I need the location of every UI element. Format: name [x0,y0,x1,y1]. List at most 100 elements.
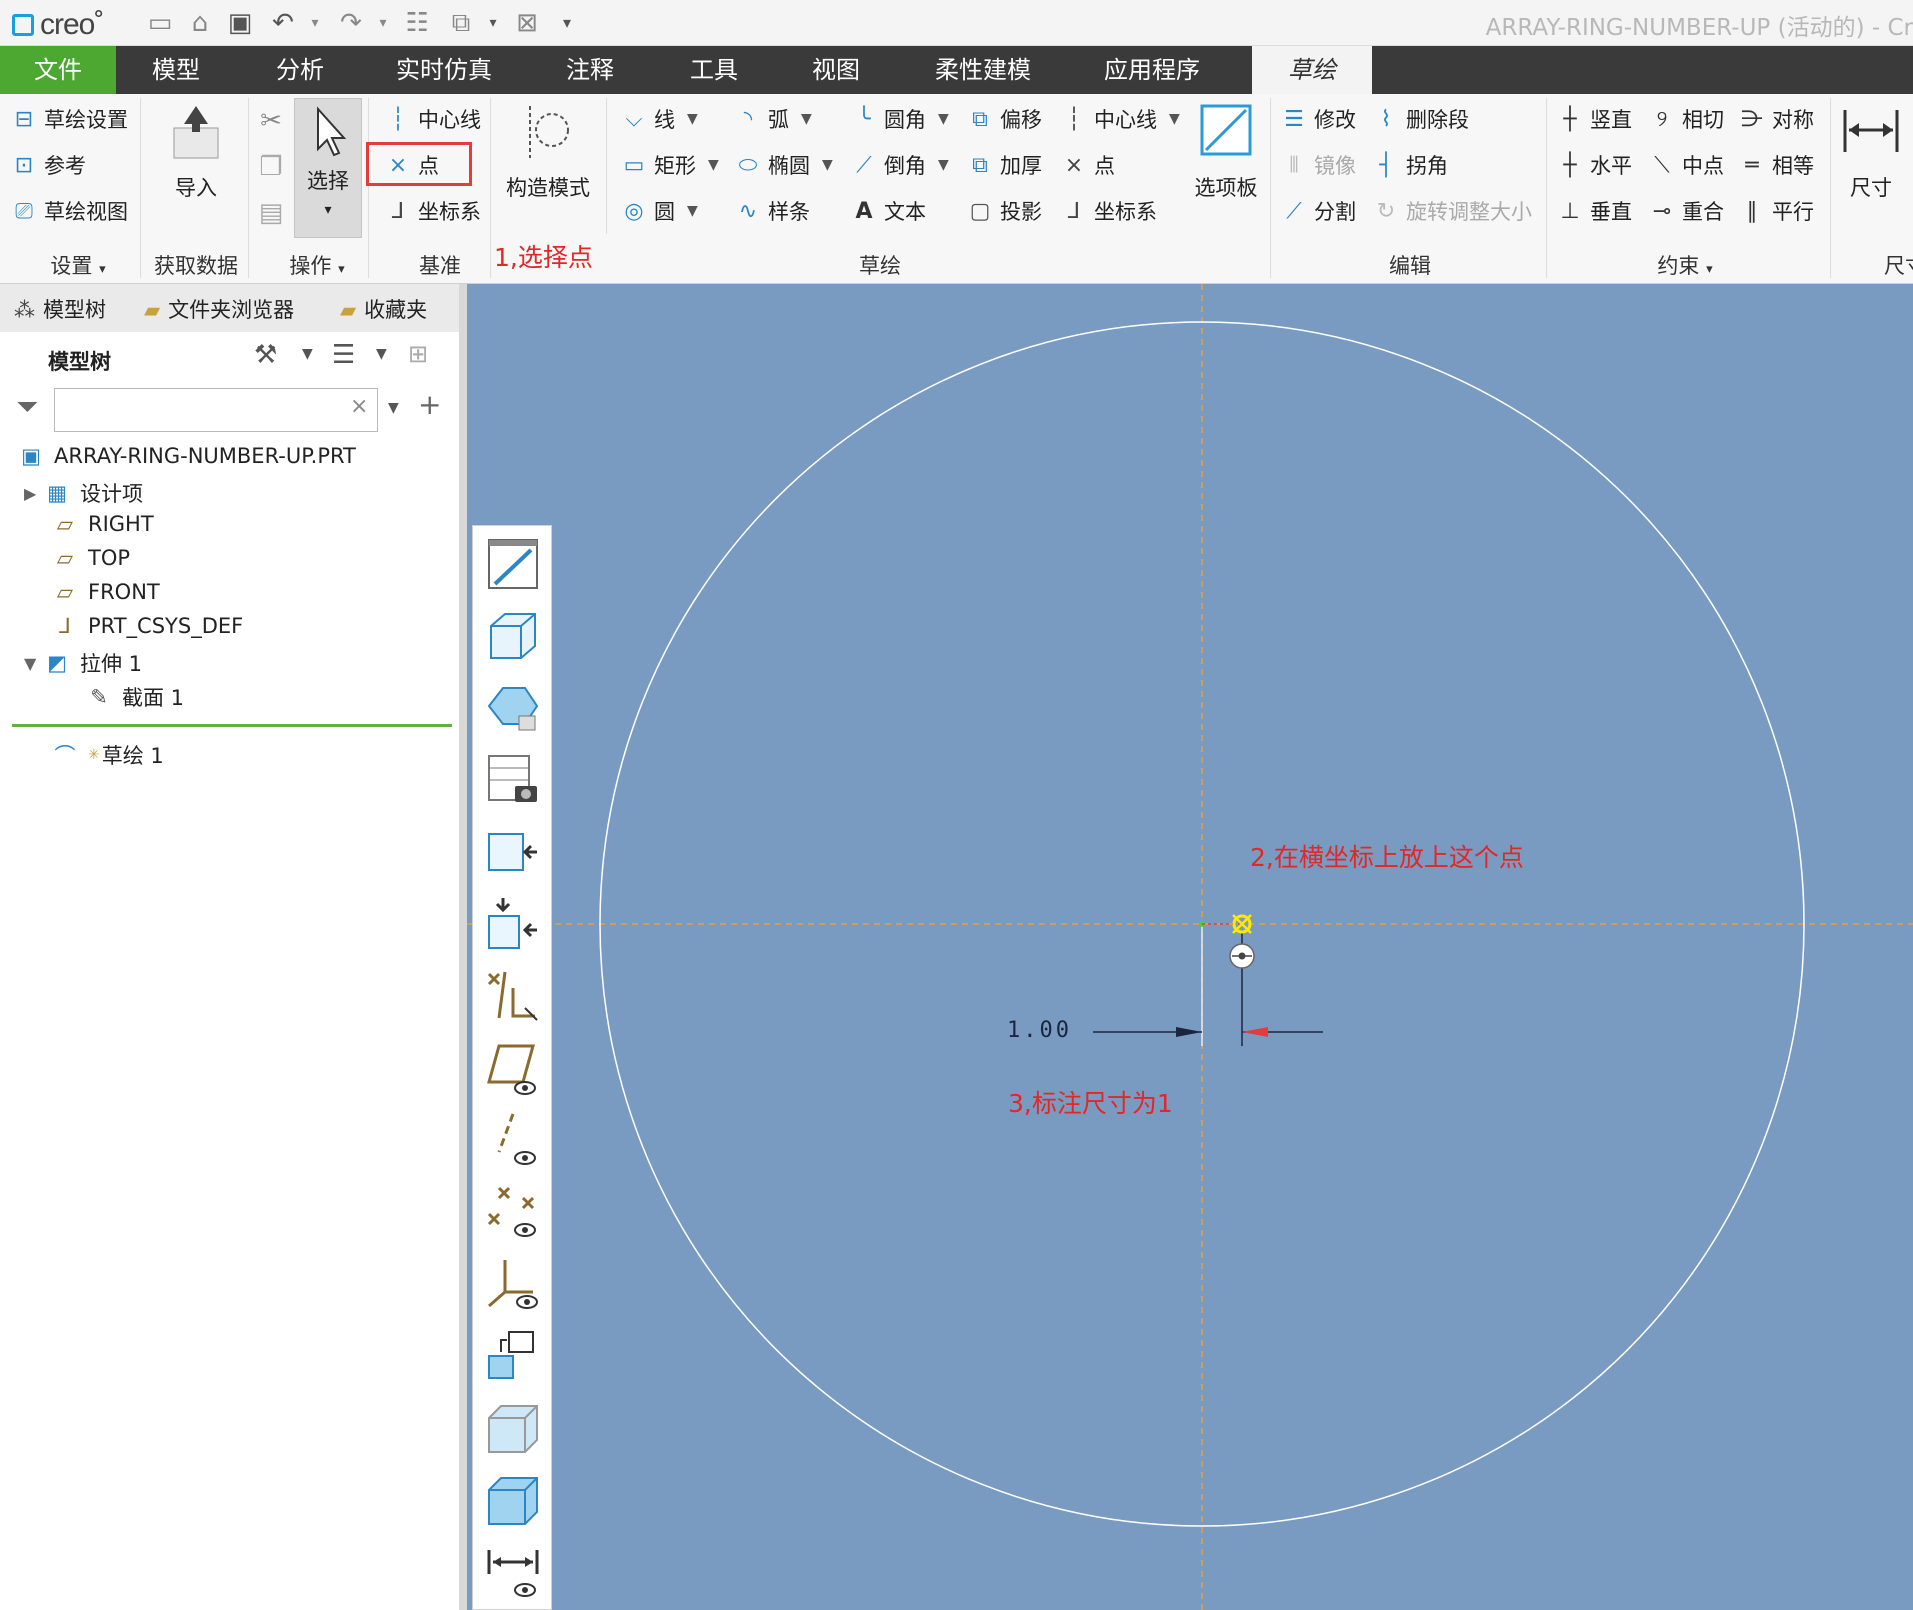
save-icon[interactable]: ▣ [225,8,255,38]
tree-search-input[interactable] [54,388,378,432]
mirror-button[interactable]: ⫴ 镜像 [1280,150,1356,180]
palette-button[interactable]: 选项板 [1186,102,1266,202]
datum-centerline-button[interactable]: ┆ 中心线 [384,104,481,134]
open-file-icon[interactable]: ⌂ [185,8,215,38]
point-display-icon[interactable] [485,1184,541,1240]
refit-icon[interactable] [485,896,541,952]
tree-columns-dropdown-icon[interactable]: ▼ [376,346,387,362]
shading-icon[interactable] [485,1400,541,1456]
tab-sketch[interactable]: 草绘 [1252,46,1372,94]
tab-view[interactable]: 视图 [786,46,886,94]
undo-dropdown-icon[interactable]: ▾ [300,8,330,38]
collapse-icon[interactable]: ▼ [24,654,44,673]
view-cube-icon[interactable] [485,608,541,664]
tree-settings-icon[interactable]: ⚒ [254,340,277,370]
dimension-value[interactable]: 1.00 [1007,1018,1072,1043]
tab-folder-browser[interactable]: ▰ 文件夹浏览器 [144,294,294,324]
sketch-display-filters-icon[interactable] [485,968,541,1024]
redo-icon[interactable]: ↷ [336,8,366,38]
dimension-display-icon[interactable] [485,1544,541,1600]
circle-button[interactable]: ◎ 圆 ▼ [620,196,697,226]
tree-item-right[interactable]: ▱ RIGHT [52,512,154,536]
tab-file[interactable]: 文件 [0,46,116,94]
dimension-button[interactable]: 尺寸 [1836,102,1906,202]
clear-search-icon[interactable]: × [350,394,368,419]
tree-item-part[interactable]: ▣ ARRAY-RING-NUMBER-UP.PRT [18,444,356,468]
references-button[interactable]: ⊡ 参考 [10,150,86,180]
arc-button[interactable]: ◝ 弧 ▼ [734,104,812,134]
divide-button[interactable]: ⟋ 分割 [1280,196,1356,226]
regenerate-icon[interactable]: ☷ [402,8,432,38]
equal-constraint-button[interactable]: ═ 相等 [1738,150,1814,180]
tab-analysis[interactable]: 分析 [250,46,350,94]
group-setup[interactable]: 设置 ▾ [38,250,118,280]
delete-segment-button[interactable]: ⌇ 删除段 [1372,104,1469,134]
thicken-button[interactable]: ⧉ 加厚 [966,150,1042,180]
construction-mode-button[interactable]: 构造模式 [500,102,596,202]
close-window-icon[interactable]: ⊠ [512,8,542,38]
select-button[interactable]: 选择 ▾ [294,98,362,238]
display-style-icon[interactable] [485,680,541,736]
saved-views-icon[interactable] [485,752,541,808]
ellipse-button[interactable]: ⬭ 椭圆 ▼ [734,150,833,180]
tree-item-front[interactable]: ▱ FRONT [52,580,160,604]
copy-icon[interactable]: ❐ [256,152,286,182]
paste-icon[interactable]: ▤ [256,198,286,228]
modify-button[interactable]: ☰ 修改 [1280,104,1356,134]
line-button[interactable]: ⌵ 线 ▼ [620,104,698,134]
redo-dropdown-icon[interactable]: ▾ [368,8,398,38]
customize-qat-icon[interactable]: ▾ [552,8,582,38]
sketch-canvas[interactable] [467,284,1913,1610]
tab-model-tree[interactable]: ⁂ 模型树 [14,294,106,324]
sketch-point-button[interactable]: × 点 [1060,150,1115,180]
tab-model[interactable]: 模型 [126,46,226,94]
sketch-view-button[interactable]: ⎚ 草绘视图 [10,196,128,226]
tree-item-sketch[interactable]: ⌒ ✳ 草绘 1 [52,740,164,770]
datum-csys-button[interactable]: ⅃ 坐标系 [384,196,481,226]
coincident-constraint-button[interactable]: ⊸ 重合 [1648,196,1724,226]
tab-simulation[interactable]: 实时仿真 [384,46,504,94]
tree-filter-display-icon[interactable]: ⊞ [408,340,428,368]
view-normal-icon[interactable] [485,824,541,880]
rotate-resize-button[interactable]: ↻ 旋转调整大小 [1372,196,1532,226]
offset-button[interactable]: ⧉ 偏移 [966,104,1042,134]
graphics-area[interactable]: 1.00 2,在横坐标上放上这个点 3,标注尺寸为1 [467,284,1913,1610]
corner-button[interactable]: ┤ 拐角 [1372,150,1448,180]
tab-flexible-modeling[interactable]: 柔性建模 [918,46,1048,94]
sketch-orient-icon[interactable] [485,536,541,592]
symmetric-constraint-button[interactable]: ⋺ 对称 [1738,104,1814,134]
group-constrain[interactable]: 约束 ▾ [1630,250,1740,280]
group-operations[interactable]: 操作 ▾ [272,250,362,280]
horizontal-constraint-button[interactable]: ┼ 水平 [1556,150,1632,180]
vertical-constraint-button[interactable]: ┼ 竖直 [1556,104,1632,134]
axis-display-icon[interactable] [485,1112,541,1168]
tree-item-top[interactable]: ▱ TOP [52,546,130,570]
tangent-constraint-button[interactable]: ୨ 相切 [1648,104,1724,134]
tab-favorites[interactable]: ▰ 收藏夹 [340,294,427,324]
add-filter-icon[interactable]: + [418,388,441,421]
tree-item-design-items[interactable]: ▶ ▦ 设计项 [24,478,143,508]
chamfer-button[interactable]: ⟋ 倒角 ▼ [850,150,948,180]
cut-icon[interactable]: ✂ [256,106,286,136]
sketch-csys-button[interactable]: ⅃ 坐标系 [1060,196,1157,226]
parallel-constraint-button[interactable]: ∥ 平行 [1738,196,1815,226]
search-dropdown-icon[interactable]: ▼ [388,400,399,416]
perpendicular-constraint-button[interactable]: ⊥ 垂直 [1556,196,1632,226]
new-file-icon[interactable]: ▭ [145,8,175,38]
tree-item-extrude[interactable]: ▼ ◩ 拉伸 1 [24,648,142,678]
expand-icon[interactable]: ▶ [24,484,44,503]
midpoint-constraint-button[interactable]: ⟍ 中点 [1648,150,1724,180]
tab-tools[interactable]: 工具 [664,46,764,94]
wireframe-icon[interactable] [485,1472,541,1528]
insert-indicator[interactable] [12,724,452,727]
tree-item-csys[interactable]: ⅃ PRT_CSYS_DEF [52,614,243,638]
tab-annotate[interactable]: 注释 [540,46,640,94]
tree-item-section[interactable]: ✎ 截面 1 [86,682,184,712]
project-button[interactable]: ▢ 投影 [966,196,1042,226]
spin-center-icon[interactable] [485,1328,541,1384]
plane-display-icon[interactable] [485,1040,541,1096]
windows-icon[interactable]: ⧉ [446,8,476,38]
sketch-setup-button[interactable]: ⊟ 草绘设置 [10,104,128,134]
import-button[interactable]: 导入 [150,102,242,202]
spline-button[interactable]: ∿ 样条 [734,196,810,226]
